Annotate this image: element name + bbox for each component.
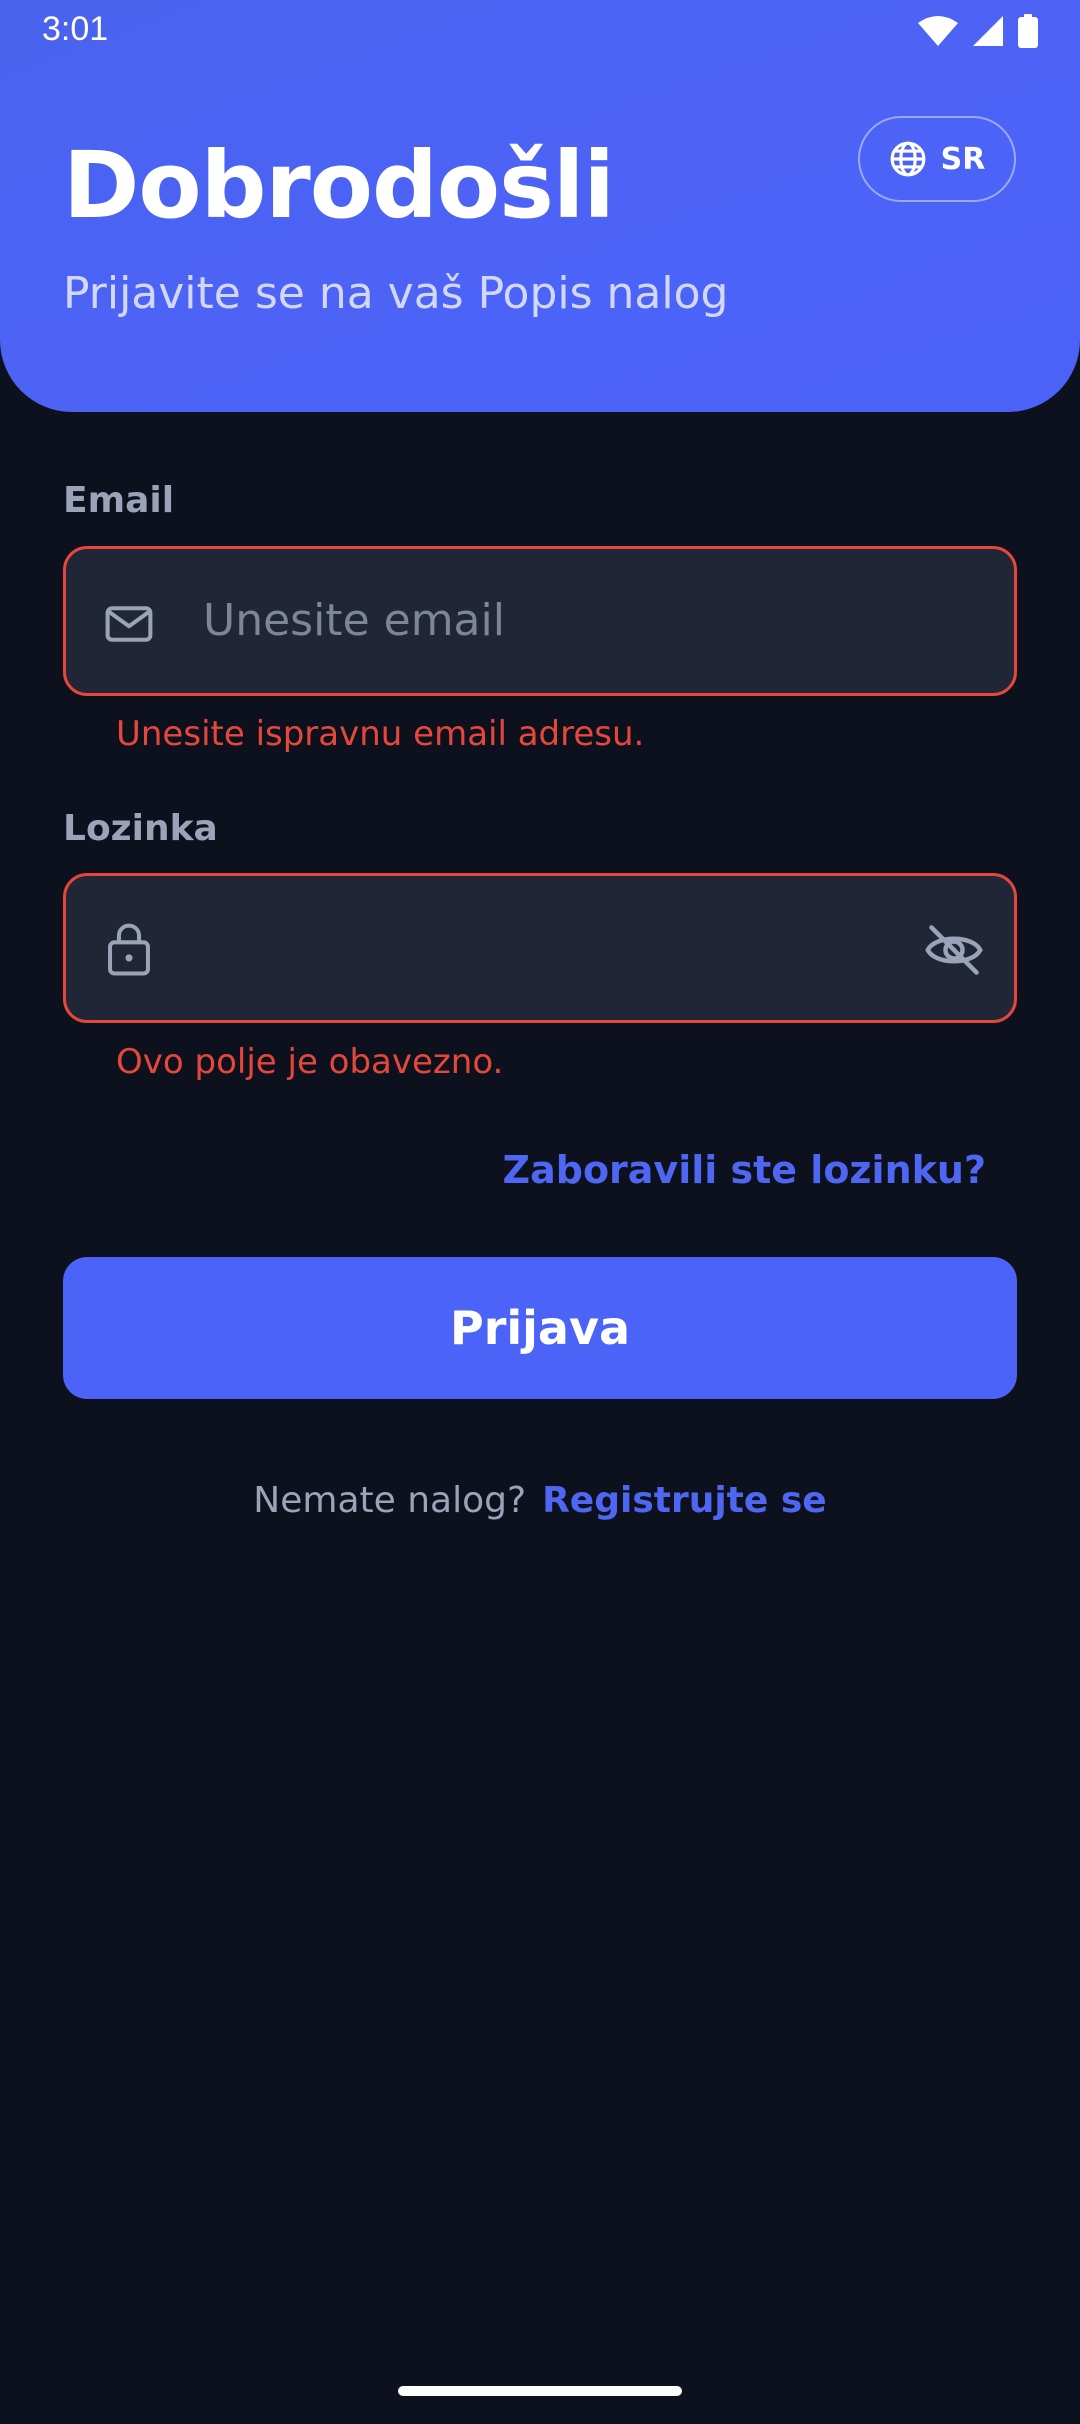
password-error: Ovo polje je obavezno.: [116, 1042, 504, 1082]
login-button[interactable]: Prijava: [63, 1257, 1017, 1399]
status-icons: [918, 14, 1038, 48]
language-label: SR: [940, 141, 986, 177]
battery-icon: [1018, 14, 1038, 48]
password-field[interactable]: [63, 873, 1017, 1023]
register-link[interactable]: Registrujte se: [542, 1480, 827, 1521]
signal-icon: [973, 16, 1003, 46]
page-title: Dobrodošli: [63, 132, 615, 239]
status-bar: 3:01: [0, 0, 1080, 64]
wifi-icon: [918, 16, 958, 46]
globe-icon: [890, 141, 926, 177]
header-banner: 3:01 Dobrodošli Prijavite se na vaš Popi…: [0, 0, 1080, 412]
forgot-password-link[interactable]: Zaboravili ste lozinku?: [503, 1148, 986, 1192]
register-prompt: Nemate nalog?: [253, 1480, 527, 1521]
password-label: Lozinka: [63, 808, 218, 849]
language-button[interactable]: SR: [858, 116, 1016, 202]
email-placeholder: Unesite email: [203, 595, 505, 646]
eye-off-icon[interactable]: [924, 922, 984, 982]
home-indicator[interactable]: [398, 2386, 682, 2396]
register-row: Nemate nalog? Registrujte se: [0, 1480, 1080, 1521]
lock-icon: [102, 920, 156, 982]
email-field[interactable]: Unesite email: [63, 546, 1017, 696]
email-error: Unesite ispravnu email adresu.: [116, 714, 645, 754]
email-label: Email: [63, 480, 175, 521]
page-subtitle: Prijavite se na vaš Popis nalog: [63, 268, 729, 319]
status-time: 3:01: [42, 10, 109, 48]
login-screen: 3:01 Dobrodošli Prijavite se na vaš Popi…: [0, 0, 1080, 2424]
mail-icon: [102, 597, 156, 655]
